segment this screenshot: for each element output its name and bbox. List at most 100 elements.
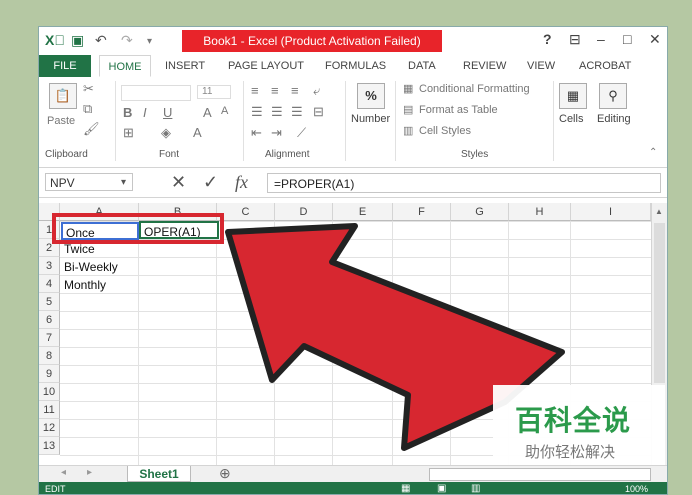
number-format-label[interactable]: Number (351, 113, 390, 125)
watermark: 百科全说 助你轻松解决 (493, 385, 665, 465)
page-break-view-icon[interactable]: ▥ (471, 482, 480, 494)
horizontal-scrollbar[interactable] (429, 468, 651, 481)
percent-icon[interactable]: % (357, 83, 385, 109)
bold-icon[interactable]: B (123, 105, 132, 120)
watermark-title: 百科全说 (515, 404, 632, 437)
ribbon-separator (345, 81, 346, 161)
close-button[interactable]: ✕ (649, 31, 661, 48)
merge-center-icon[interactable]: ⊟ (313, 104, 324, 120)
cell-styles-button[interactable]: Cell Styles (419, 125, 471, 137)
top-align-icon[interactable]: ≡ (251, 83, 259, 98)
ribbon-separator (553, 81, 554, 161)
paste-icon[interactable]: 📋 (49, 83, 77, 109)
scrollbar-thumb[interactable] (654, 223, 665, 383)
row-header[interactable]: 11 (39, 401, 60, 419)
row-header[interactable]: 7 (39, 329, 60, 347)
format-as-table-button[interactable]: Format as Table (419, 104, 498, 116)
decrease-indent-icon[interactable]: ⇤ (251, 125, 262, 141)
conditional-formatting-button[interactable]: Conditional Formatting (419, 83, 530, 95)
zoom-level[interactable]: 100% (625, 482, 648, 494)
gridline (392, 221, 393, 465)
align-center-icon[interactable]: ☰ (271, 104, 283, 120)
row-header[interactable]: 6 (39, 311, 60, 329)
cut-icon[interactable]: ✂ (83, 81, 94, 97)
wrap-text-icon[interactable]: ⤶ (313, 83, 320, 99)
ribbon-display-button[interactable]: ⊟ (569, 31, 581, 48)
grow-font-icon[interactable]: A (203, 105, 212, 120)
underline-icon[interactable]: U (163, 105, 172, 120)
scroll-up-icon[interactable]: ▲ (655, 207, 663, 216)
undo-icon[interactable]: ↶ (95, 32, 107, 49)
normal-view-icon[interactable]: ▦ (401, 482, 410, 494)
cell-a3[interactable]: Bi-Weekly (61, 258, 139, 276)
column-header[interactable]: C (217, 203, 275, 221)
align-left-icon[interactable]: ☰ (251, 104, 263, 120)
formula-input[interactable]: =PROPER(A1) (267, 173, 661, 193)
bottom-align-icon[interactable]: ≡ (291, 83, 299, 98)
gridline (450, 221, 451, 465)
column-header[interactable]: G (451, 203, 509, 221)
name-box[interactable]: NPV (45, 173, 133, 191)
column-header[interactable]: D (275, 203, 333, 221)
ribbon-separator (115, 81, 116, 161)
shrink-font-icon[interactable]: A (221, 105, 228, 117)
font-group-label: Font (159, 149, 180, 160)
orientation-icon[interactable]: ⟋ (297, 125, 306, 141)
row-header[interactable]: 8 (39, 347, 60, 365)
cancel-icon[interactable]: ✕ (171, 172, 186, 193)
fill-color-icon[interactable]: ◈ (161, 125, 171, 141)
help-button[interactable]: ? (543, 31, 552, 47)
customize-qat-icon[interactable]: ▾ (147, 36, 152, 47)
tab-view[interactable]: VIEW (527, 55, 555, 77)
italic-icon[interactable]: I (143, 105, 147, 120)
tab-data[interactable]: DATA (408, 55, 436, 77)
font-name-box[interactable] (121, 85, 191, 101)
column-header[interactable]: F (393, 203, 451, 221)
column-header[interactable]: H (509, 203, 571, 221)
row-header[interactable]: 13 (39, 437, 60, 455)
name-box-dropdown-icon[interactable]: ▾ (121, 177, 126, 188)
tab-review[interactable]: REVIEW (463, 55, 506, 77)
enter-icon[interactable]: ✓ (203, 172, 218, 193)
new-sheet-button[interactable]: ⊕ (219, 465, 231, 482)
column-header[interactable]: I (571, 203, 651, 221)
format-painter-icon[interactable]: 🖌 (83, 121, 100, 137)
editing-label[interactable]: Editing (597, 113, 631, 125)
tab-home[interactable]: HOME (99, 55, 151, 77)
tab-formulas[interactable]: FORMULAS (325, 55, 386, 77)
redo-icon[interactable]: ↷ (121, 32, 133, 49)
copy-icon[interactable]: ⧉ (83, 101, 92, 117)
align-right-icon[interactable]: ☰ (291, 104, 303, 120)
cells-label[interactable]: Cells (559, 113, 583, 125)
column-header[interactable]: E (333, 203, 393, 221)
formula-bar: NPV ▾ ✕ ✓ fx =PROPER(A1) (39, 169, 667, 198)
middle-align-icon[interactable]: ≡ (271, 83, 279, 98)
row-header[interactable]: 10 (39, 383, 60, 401)
minimize-button[interactable]: – (597, 31, 605, 47)
save-icon[interactable]: ▣ (71, 32, 84, 49)
next-sheet-icon[interactable]: ▸ (87, 467, 92, 478)
insert-function-icon[interactable]: fx (235, 172, 248, 193)
row-header[interactable]: 5 (39, 293, 60, 311)
tab-file[interactable]: FILE (39, 55, 91, 77)
row-header[interactable]: 4 (39, 275, 60, 293)
tab-acrobat[interactable]: ACROBAT (579, 55, 631, 77)
cells-icon[interactable]: ▦ (559, 83, 587, 109)
tab-page-layout[interactable]: PAGE LAYOUT (228, 55, 304, 77)
borders-icon[interactable]: ⊞ (123, 125, 134, 141)
title-bar: X⃞ ▣ ↶ ↷ ▾ Book1 - Excel (Product Activa… (39, 27, 667, 55)
row-header[interactable]: 12 (39, 419, 60, 437)
cell-a4[interactable]: Monthly (61, 276, 139, 294)
tab-insert[interactable]: INSERT (165, 55, 205, 77)
prev-sheet-icon[interactable]: ◂ (61, 467, 66, 478)
increase-indent-icon[interactable]: ⇥ (271, 125, 282, 141)
sheet-tab[interactable]: Sheet1 (127, 466, 191, 482)
page-layout-view-icon[interactable]: ▣ (437, 482, 446, 494)
row-header[interactable]: 9 (39, 365, 60, 383)
maximize-button[interactable]: □ (623, 31, 631, 47)
font-color-icon[interactable]: A (193, 125, 202, 140)
row-header[interactable]: 3 (39, 257, 60, 275)
binoculars-icon[interactable]: ⚲ (599, 83, 627, 109)
font-size-box[interactable]: 11 (197, 85, 231, 99)
collapse-ribbon-icon[interactable]: ⌃ (649, 147, 657, 158)
